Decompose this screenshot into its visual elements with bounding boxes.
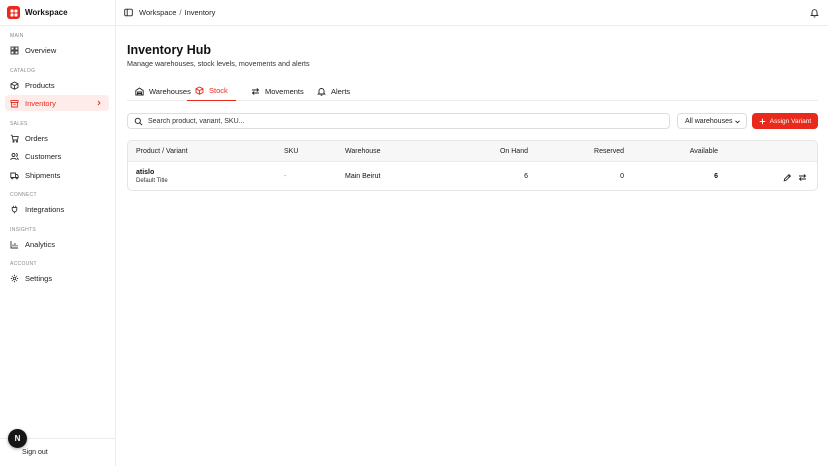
breadcrumb-current: Inventory bbox=[184, 8, 216, 17]
gear-icon bbox=[10, 274, 19, 283]
sidebar-item-settings[interactable]: Settings bbox=[5, 270, 109, 286]
sidebar-toggle-icon[interactable] bbox=[123, 8, 133, 18]
avatar-letter: N bbox=[14, 434, 21, 443]
breadcrumb-root[interactable]: Workspace bbox=[139, 8, 176, 17]
tab-stock[interactable]: Stock bbox=[187, 81, 236, 101]
users-icon bbox=[10, 152, 19, 161]
sidebar-item-label: Settings bbox=[25, 273, 53, 283]
column-header-sku: SKU bbox=[284, 148, 299, 155]
sidebar-item-inventory[interactable]: Inventory bbox=[5, 95, 109, 111]
topbar: Workspace / Inventory bbox=[116, 0, 828, 26]
sidebar-item-label: Analytics bbox=[25, 239, 56, 249]
section-main: MAIN bbox=[10, 33, 24, 39]
warehouse-filter-select[interactable]: All warehouses bbox=[677, 113, 747, 129]
plus-icon bbox=[759, 118, 766, 125]
cell-available: 6 bbox=[714, 173, 718, 180]
assign-variant-label: Assign Variant bbox=[769, 117, 812, 125]
sidebar-item-label: Customers bbox=[25, 151, 62, 161]
sidebar-item-integrations[interactable]: Integrations bbox=[5, 201, 109, 217]
table-header: Product / Variant SKU Warehouse On Hand … bbox=[128, 141, 817, 162]
cart-icon bbox=[10, 134, 19, 143]
page-title: Inventory Hub bbox=[127, 43, 212, 57]
section-account: ACCOUNT bbox=[10, 261, 37, 267]
edit-pencil-icon[interactable] bbox=[783, 173, 792, 182]
sidebar-item-label: Products bbox=[25, 80, 55, 90]
column-header-warehouse: Warehouse bbox=[345, 148, 381, 155]
grid-icon bbox=[10, 46, 19, 55]
sidebar-item-label: Shipments bbox=[25, 170, 61, 180]
sidebar-item-label: Inventory bbox=[25, 98, 56, 108]
sidebar-item-products[interactable]: Products bbox=[5, 77, 109, 93]
tab-label: Alerts bbox=[331, 86, 351, 96]
table-row[interactable]: atislo Default Title - Main Beirut 6 0 6 bbox=[128, 162, 817, 190]
warehouse-icon bbox=[10, 99, 19, 108]
truck-icon bbox=[10, 171, 19, 180]
bell-icon bbox=[317, 87, 326, 96]
column-header-available: Available bbox=[689, 148, 718, 155]
search-box[interactable] bbox=[127, 113, 670, 129]
sidebar: Workspace MAIN Overview CATALOG Products… bbox=[0, 0, 116, 466]
sidebar-item-label: Overview bbox=[25, 45, 57, 55]
column-header-product: Product / Variant bbox=[136, 148, 188, 155]
breadcrumb: Workspace / Inventory bbox=[139, 8, 215, 17]
sidebar-item-shipments[interactable]: Shipments bbox=[5, 167, 109, 183]
arrows-icon bbox=[251, 87, 260, 96]
tab-alerts[interactable]: Alerts bbox=[317, 81, 350, 101]
cell-product: atislo bbox=[136, 169, 155, 176]
breadcrumb-separator: / bbox=[179, 8, 182, 17]
sidebar-item-orders[interactable]: Orders bbox=[5, 130, 109, 146]
tab-label: Movements bbox=[265, 86, 304, 96]
plug-icon bbox=[10, 205, 19, 214]
search-input[interactable] bbox=[148, 117, 648, 125]
section-sales: SALES bbox=[10, 121, 28, 127]
section-connect: CONNECT bbox=[10, 192, 37, 198]
logo-icon bbox=[7, 6, 20, 19]
tab-movements[interactable]: Movements bbox=[251, 81, 304, 101]
tab-label: Stock bbox=[209, 86, 228, 95]
package-icon bbox=[195, 86, 204, 95]
chevron-down-icon bbox=[734, 119, 741, 125]
sidebar-item-label: Orders bbox=[25, 133, 48, 143]
tab-bar: Warehouses Stock Movements Alerts bbox=[127, 81, 818, 101]
warehouse-icon bbox=[135, 86, 144, 96]
sidebar-item-analytics[interactable]: Analytics bbox=[5, 236, 109, 252]
cell-warehouse: Main Beirut bbox=[345, 173, 381, 180]
transfer-arrows-icon[interactable] bbox=[798, 173, 807, 182]
section-insights: INSIGHTS bbox=[10, 227, 37, 233]
sign-out-button[interactable]: Sign out bbox=[22, 449, 48, 456]
tab-label: Warehouses bbox=[149, 86, 191, 96]
assign-variant-button[interactable]: Assign Variant bbox=[752, 113, 818, 129]
warehouse-filter-value: All warehouses bbox=[685, 117, 733, 125]
section-catalog: CATALOG bbox=[10, 68, 36, 74]
brand[interactable]: Workspace bbox=[0, 0, 115, 26]
brand-name: Workspace bbox=[25, 8, 68, 17]
search-icon bbox=[134, 117, 143, 126]
box-icon bbox=[10, 80, 19, 90]
avatar[interactable]: N bbox=[8, 429, 27, 448]
sidebar-item-label: Integrations bbox=[25, 204, 65, 214]
tab-warehouses[interactable]: Warehouses bbox=[135, 81, 191, 101]
cell-on-hand: 6 bbox=[524, 173, 528, 180]
column-header-on-hand: On Hand bbox=[499, 148, 528, 155]
cell-sku: - bbox=[284, 173, 287, 180]
sidebar-item-overview[interactable]: Overview bbox=[5, 42, 109, 58]
column-header-reserved: Reserved bbox=[594, 148, 624, 155]
cell-reserved: 0 bbox=[620, 173, 624, 180]
chevron-right-icon bbox=[96, 99, 102, 107]
stock-table: Product / Variant SKU Warehouse On Hand … bbox=[127, 140, 818, 191]
sidebar-item-customers[interactable]: Customers bbox=[5, 148, 109, 164]
notifications-bell-icon[interactable] bbox=[810, 8, 819, 18]
chart-icon bbox=[10, 240, 19, 249]
cell-variant: Default Title bbox=[136, 178, 168, 184]
page-subtitle: Manage warehouses, stock levels, movemen… bbox=[127, 59, 310, 68]
